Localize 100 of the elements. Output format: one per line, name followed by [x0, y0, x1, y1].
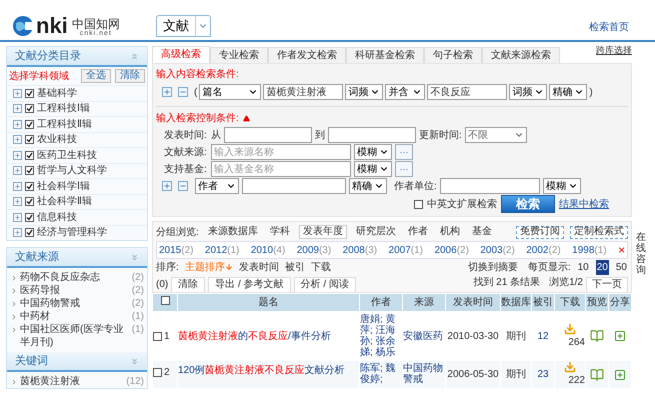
- sort-link[interactable]: 下载: [310, 260, 331, 274]
- subscribe-button[interactable]: 定制检索式: [570, 226, 628, 238]
- search-button[interactable]: 检索: [501, 195, 555, 213]
- year-link[interactable]: 2009(3): [296, 242, 343, 258]
- match-select[interactable]: 精确: [549, 84, 588, 100]
- group-tab[interactable]: 基金: [468, 225, 495, 239]
- action-button[interactable]: 清除: [171, 277, 206, 292]
- author-field-select[interactable]: 作者: [195, 178, 239, 194]
- preview-icon[interactable]: [590, 329, 604, 343]
- category-checkbox[interactable]: [25, 212, 34, 222]
- search-tab[interactable]: 高级检索: [152, 46, 210, 63]
- search-tab[interactable]: 文献来源检索: [482, 47, 560, 63]
- database-select[interactable]: 文献: [156, 15, 211, 37]
- match-select[interactable]: 精确: [349, 178, 387, 194]
- author-field[interactable]: [242, 178, 346, 194]
- title-link[interactable]: 120例: [178, 365, 205, 376]
- category-checkbox[interactable]: [25, 88, 34, 98]
- match-select[interactable]: 模糊: [354, 161, 392, 177]
- title-link[interactable]: 茵栀黄注射液不良反应: [204, 365, 305, 376]
- subscribe-button[interactable]: 免费订阅: [516, 226, 564, 238]
- year-link[interactable]: 2010(4): [250, 242, 297, 258]
- match-select[interactable]: 模糊: [354, 144, 392, 160]
- source-cell[interactable]: 中国药物警戒: [403, 361, 445, 388]
- cross-db-link[interactable]: 跨库选择: [596, 44, 632, 57]
- organization-field[interactable]: [440, 178, 540, 194]
- remove-row-icon[interactable]: [178, 87, 188, 97]
- fund-field[interactable]: 输入基金名称: [211, 161, 351, 177]
- search-field[interactable]: 茵栀黄注射液: [263, 84, 344, 100]
- match-select[interactable]: 模糊: [542, 178, 581, 194]
- add-row-icon[interactable]: [162, 87, 172, 97]
- more-button[interactable]: ···: [395, 161, 413, 177]
- field-select[interactable]: 篇名: [199, 84, 262, 100]
- keyword-link[interactable]: 茵栀黄注射液: [20, 375, 124, 388]
- expand-icon[interactable]: [130, 356, 139, 366]
- preview-icon[interactable]: [590, 368, 604, 382]
- source-cell[interactable]: 安徽医药: [403, 312, 445, 360]
- abstract-link[interactable]: 切换到摘要: [468, 260, 518, 274]
- add-row-icon[interactable]: [162, 181, 172, 191]
- action-button[interactable]: 分析 / 阅读: [294, 277, 356, 292]
- frequency-select[interactable]: 词频: [345, 84, 384, 100]
- year-link[interactable]: 2015(2): [159, 242, 205, 258]
- category-label[interactable]: 哲学与人文科学: [37, 163, 107, 178]
- year-link[interactable]: 1998(1): [572, 242, 618, 258]
- source-link[interactable]: 中药材: [20, 310, 130, 323]
- source-link[interactable]: 药物不良反应杂志: [20, 271, 130, 284]
- update-select[interactable]: 不限: [464, 127, 527, 143]
- source-field[interactable]: 输入来源名称: [211, 144, 351, 160]
- page-size-link[interactable]: 20: [596, 260, 609, 274]
- collapse-icon[interactable]: [130, 52, 139, 60]
- category-checkbox[interactable]: [25, 182, 34, 191]
- select-button[interactable]: 清除: [115, 69, 145, 83]
- action-button[interactable]: 导出 / 参考文献: [208, 277, 291, 292]
- category-label[interactable]: 工程科技Ⅰ辑: [37, 101, 90, 116]
- group-tab[interactable]: 机构: [436, 225, 463, 239]
- group-tab[interactable]: 来源数据库: [204, 225, 261, 239]
- close-icon[interactable]: ×: [618, 244, 626, 256]
- page-size-link[interactable]: 50: [614, 260, 628, 274]
- category-checkbox[interactable]: [25, 228, 34, 238]
- date-field[interactable]: [224, 127, 312, 143]
- title-link[interactable]: 文献分析: [304, 365, 345, 376]
- source-link[interactable]: 中国社区医师(医学专业半月刊): [20, 323, 130, 349]
- year-link[interactable]: 2003(2): [480, 242, 526, 258]
- select-all-checkbox[interactable]: [160, 296, 170, 305]
- collapse-icon[interactable]: [242, 115, 250, 122]
- category-label[interactable]: 社会科学Ⅱ辑: [37, 194, 92, 210]
- category-checkbox[interactable]: [25, 166, 34, 176]
- source-link[interactable]: 中国药物警戒: [20, 297, 130, 310]
- category-label[interactable]: 医药卫生科技: [37, 148, 97, 163]
- title-link[interactable]: 茵栀黄注射液: [178, 330, 238, 342]
- category-checkbox[interactable]: [25, 197, 34, 206]
- source-link[interactable]: 医药导报: [20, 284, 130, 297]
- year-link[interactable]: 2007(1): [388, 242, 434, 258]
- search-tab[interactable]: 专业检索: [210, 47, 268, 63]
- year-link[interactable]: 2008(3): [342, 242, 389, 258]
- category-label[interactable]: 经济与管理科学: [37, 225, 107, 240]
- next-page-button[interactable]: 下一页: [586, 277, 628, 292]
- year-link[interactable]: 2012(1): [204, 242, 251, 258]
- frequency-select[interactable]: 词频: [509, 84, 548, 100]
- page-size-link[interactable]: 10: [576, 260, 590, 274]
- search-tab[interactable]: 句子检索: [424, 47, 482, 63]
- title-link[interactable]: /事件分析: [288, 330, 331, 342]
- group-tab[interactable]: 作者: [404, 225, 431, 239]
- category-label[interactable]: 信息科技: [37, 210, 77, 225]
- category-label[interactable]: 基础科学: [37, 86, 77, 101]
- search-tab[interactable]: 作者发文检索: [268, 47, 346, 63]
- share-icon[interactable]: [614, 330, 626, 342]
- group-tab[interactable]: 研究层次: [352, 225, 399, 239]
- category-label[interactable]: 社会科学Ⅰ辑: [37, 178, 90, 194]
- search-field[interactable]: 不良反应: [427, 84, 508, 100]
- category-checkbox[interactable]: [25, 135, 34, 144]
- home-link[interactable]: 检索首页: [589, 20, 629, 35]
- group-tab[interactable]: 发表年度: [298, 225, 347, 239]
- date-field[interactable]: [328, 127, 416, 143]
- online-help-tab[interactable]: 在线咨询: [636, 232, 655, 276]
- category-label[interactable]: 农业科技: [37, 132, 77, 148]
- search-tab[interactable]: 科研基金检索: [346, 47, 424, 63]
- category-label[interactable]: 工程科技Ⅱ辑: [37, 116, 92, 132]
- sort-link[interactable]: 被引: [284, 260, 305, 274]
- category-checkbox[interactable]: [25, 104, 34, 114]
- year-link[interactable]: 2006(2): [434, 242, 480, 258]
